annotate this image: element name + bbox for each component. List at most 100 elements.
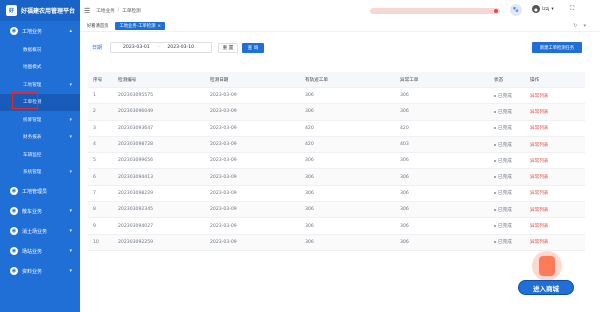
row-index: 6 (93, 174, 96, 180)
promo-mascot-image (532, 251, 562, 281)
sidebar-item-coordination[interactable]: 统筹管理 ▾ (0, 111, 80, 129)
tab-work-order-detection[interactable]: 工地业务-工单检测 × (115, 22, 166, 30)
abnormal-list-link[interactable]: 异常列表 (530, 207, 548, 213)
menu-group-site-business[interactable]: ◉ 工地业务 ▴ (0, 21, 80, 41)
chevron-down-icon: ▾ (69, 116, 72, 123)
start-date[interactable]: 2023-03-01 (123, 45, 150, 50)
detection-number: 202303099656 (118, 158, 154, 164)
table-row: 7 202303098229 2023-03-09 306 306 已完成 异常列表 (88, 186, 585, 203)
action[interactable]: 异常列表 (530, 169, 548, 184)
detection-date: 2023-03-09 (210, 142, 237, 148)
end-date[interactable]: 2023-03-10 (167, 45, 194, 50)
abnormal-orders: 306 (400, 239, 409, 245)
active-item-highlight (12, 92, 38, 109)
search-bar[interactable] (370, 8, 500, 14)
abnormal-list-link[interactable]: 异常列表 (530, 158, 548, 164)
breadcrumb-separator: / (117, 7, 120, 13)
status: 已完成 (494, 169, 512, 184)
date-label: 日期 (92, 45, 103, 51)
status: 已完成 (494, 104, 512, 119)
abnormal-list-link[interactable]: 异常列表 (530, 125, 548, 131)
action[interactable]: 异常列表 (530, 186, 548, 201)
tracked-orders: 306 (305, 158, 314, 164)
app-logo: 好 (6, 5, 17, 16)
mascot-icon[interactable]: 🐾 (510, 4, 522, 16)
status: 已完成 (494, 218, 512, 233)
abnormal-list-link[interactable]: 异常列表 (530, 239, 548, 245)
chevron-down-icon: ▾ (69, 268, 72, 274)
row-index: 7 (93, 190, 96, 196)
top-bar: ☰ 工地业务 / 工单检测 🐾 ● lzzj ▾ ⛶ (80, 0, 600, 21)
abnormal-list-link[interactable]: 异常列表 (530, 190, 548, 196)
user-menu[interactable]: ● lzzj ▾ (532, 5, 554, 13)
breadcrumb-item[interactable]: 工地业务 (96, 8, 114, 14)
abnormal-orders: 306 (400, 93, 409, 99)
chevron-up-icon: ▴ (69, 28, 72, 34)
abnormal-orders: 420 (400, 125, 409, 131)
row-index: 3 (93, 125, 96, 131)
sidebar-item-data-overview[interactable]: 数据概况 (0, 41, 80, 59)
row-index: 2 (93, 109, 96, 115)
detection-date: 2023-03-09 (210, 158, 237, 164)
query-button[interactable]: 查 询 (242, 42, 264, 53)
sidebar-item-map-mode[interactable]: 地图模式 (0, 59, 80, 77)
col-header: 序号 (93, 77, 103, 83)
status-dot-icon (494, 241, 496, 244)
action[interactable]: 异常列表 (530, 88, 548, 103)
status: 已完成 (494, 88, 512, 103)
reset-button[interactable]: 重 置 (218, 42, 238, 53)
enter-mall-button[interactable]: 进入商城 (518, 280, 574, 295)
breadcrumb: 工地业务 / 工单检测 (96, 8, 140, 14)
menu-group-site-admin[interactable]: ◉ 工地管理员 (0, 181, 80, 201)
row-index: 5 (93, 158, 96, 164)
status: 已完成 (494, 153, 512, 168)
tracked-orders: 306 (305, 239, 314, 245)
detection-number: 202303098229 (118, 190, 154, 196)
table-header: 序号 检测编号 检测日期 有轨迹工单 异常工单 状态 操作 (88, 72, 585, 88)
menu-group-materials[interactable]: ◉ 资料业务 ▾ (0, 261, 80, 281)
detection-date: 2023-03-09 (210, 190, 237, 196)
action[interactable]: 异常列表 (530, 121, 548, 136)
status: 已完成 (494, 186, 512, 201)
tab-home[interactable]: 好看清首页 (83, 22, 112, 30)
sidebar-item-vehicle-monitor[interactable]: 车辆监控 (0, 146, 80, 164)
abnormal-list-link[interactable]: 异常列表 (530, 223, 548, 229)
col-header: 操作 (530, 77, 540, 83)
chevron-down-icon[interactable]: ▾ (583, 23, 586, 29)
sidebar-item-system-management[interactable]: 系统管理 ▾ (0, 164, 80, 182)
close-icon[interactable]: × (157, 24, 161, 29)
fullscreen-icon[interactable]: ⛶ (570, 5, 574, 13)
action[interactable]: 异常列表 (530, 218, 548, 233)
menu-group-station[interactable]: ◉ 场站业务 ▾ (0, 241, 80, 261)
tracked-orders: 306 (305, 93, 314, 99)
chevron-down-icon: ▾ (69, 169, 72, 176)
abnormal-list-link[interactable]: 异常列表 (530, 109, 548, 115)
action[interactable]: 异常列表 (530, 137, 548, 152)
status-dot-icon (494, 225, 496, 228)
tracked-orders: 306 (305, 109, 314, 115)
abnormal-list-link[interactable]: 异常列表 (530, 174, 548, 180)
action[interactable]: 异常列表 (530, 104, 548, 119)
action[interactable]: 异常列表 (530, 235, 548, 250)
refresh-icon[interactable]: ↻ (573, 23, 577, 29)
action[interactable]: 异常列表 (530, 202, 548, 217)
menu-group-truck-business[interactable]: ◉ 散车业务 ▾ (0, 201, 80, 221)
status-dot-icon (494, 176, 496, 179)
abnormal-list-link[interactable]: 异常列表 (530, 142, 548, 148)
action[interactable]: 异常列表 (530, 153, 548, 168)
mall-promo[interactable]: 进入商城 (512, 251, 584, 297)
status-dot-icon (494, 110, 496, 113)
detection-number: 202303092259 (118, 239, 154, 245)
table-row: 3 202303093647 2023-03-09 420 420 已完成 异常列表 (88, 121, 585, 137)
date-range-picker[interactable]: 2023-03-01 - 2023-03-10 (110, 42, 212, 53)
menu-toggle-icon[interactable]: ☰ (84, 7, 90, 15)
status-dot-icon (494, 94, 496, 97)
sidebar-item-finance-reports[interactable]: 财务报表 ▾ (0, 129, 80, 147)
abnormal-list-link[interactable]: 异常列表 (530, 93, 548, 99)
menu-group-dump-site[interactable]: ◉ 消土场业务 ▾ (0, 221, 80, 241)
detection-date: 2023-03-09 (210, 125, 237, 131)
col-header: 状态 (494, 77, 504, 83)
chevron-down-icon: ▾ (69, 81, 72, 88)
new-detection-task-button[interactable]: 新建工单检测任务 (532, 42, 582, 53)
sidebar-item-site-management[interactable]: 工地管理 ▾ (0, 76, 80, 94)
